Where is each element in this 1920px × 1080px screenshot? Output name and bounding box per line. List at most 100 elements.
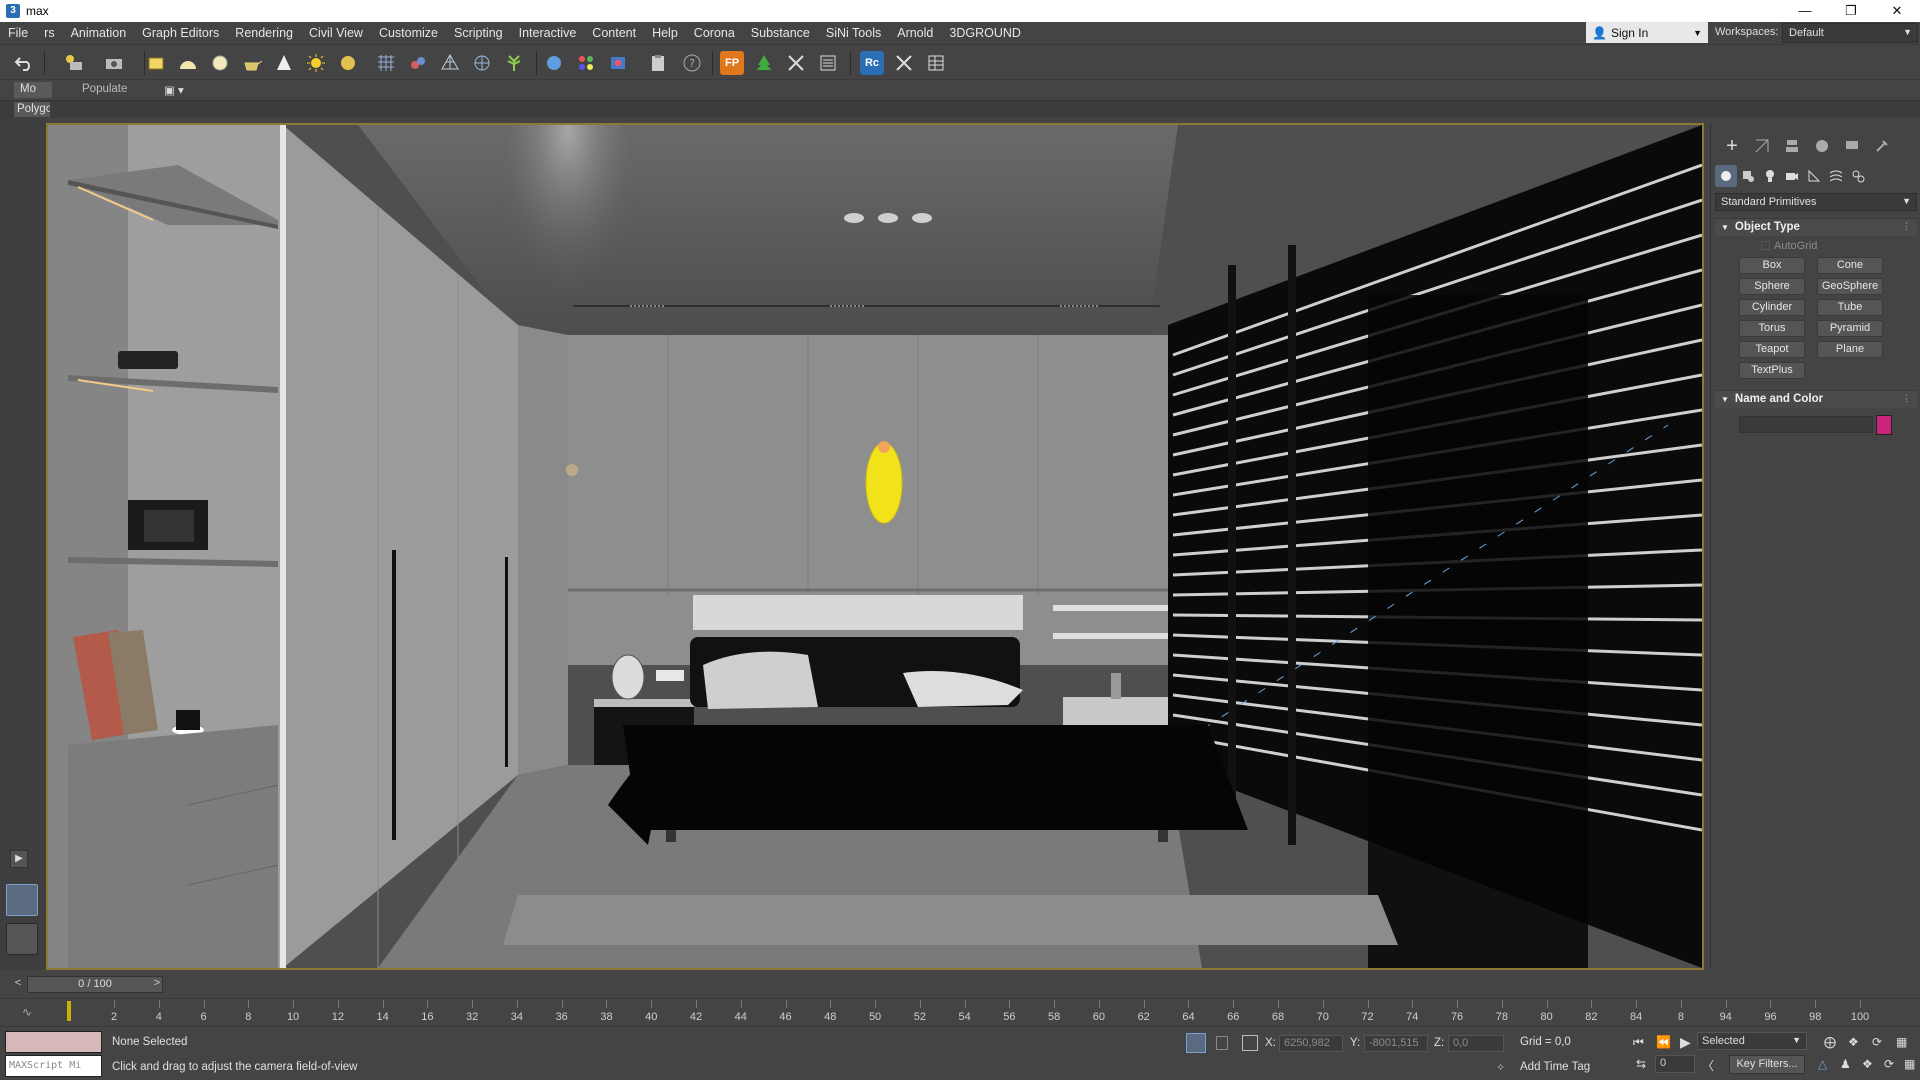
roll-icon[interactable]: ⟳ [1884, 1057, 1894, 1071]
dolly-icon[interactable]: ❖ [1862, 1057, 1873, 1071]
menu-corona[interactable]: Corona [686, 26, 743, 40]
sphere-blue-icon[interactable] [542, 51, 566, 75]
cone-icon[interactable] [272, 51, 296, 75]
material-ball-icon[interactable] [336, 51, 360, 75]
min-max-toggle-icon[interactable]: ▦ [1904, 1057, 1915, 1071]
utilities-tab-icon[interactable] [1871, 135, 1893, 157]
box-button[interactable]: Box [1739, 257, 1805, 274]
time-tag-icon[interactable]: ✧ [1496, 1061, 1505, 1074]
dome-icon[interactable] [176, 51, 200, 75]
textplus-button[interactable]: TextPlus [1739, 362, 1805, 379]
ribbon-toggle-icon[interactable]: ▣ ▾ [158, 82, 190, 98]
cone-button[interactable]: Cone [1817, 257, 1883, 274]
go-to-start-icon[interactable]: ⏮ [1633, 1035, 1644, 1050]
time-slider-thumb[interactable]: 0 / 100 [27, 976, 163, 993]
add-time-tag-button[interactable]: Add Time Tag [1520, 1061, 1590, 1073]
teapot-button[interactable]: Teapot [1739, 341, 1805, 358]
rollout-object-type[interactable]: ▼ Object Type ⋮ [1715, 218, 1917, 236]
key-filters-button[interactable]: Key Filters... [1729, 1055, 1805, 1074]
space-warps-icon[interactable] [1825, 165, 1847, 187]
pan-icon[interactable]: ❖ [1848, 1035, 1859, 1049]
camera-viewport[interactable] [46, 123, 1704, 970]
maximize-viewport-icon[interactable]: ▦ [1896, 1035, 1907, 1049]
render-setup-icon[interactable] [102, 51, 126, 75]
sphere-button[interactable]: Sphere [1739, 278, 1805, 295]
set-key-icon[interactable]: 〈 [1702, 1057, 1714, 1074]
menu-sini-tools[interactable]: SiNi Tools [818, 26, 889, 40]
railclone-icon[interactable]: Rc [860, 51, 884, 75]
current-time-marker[interactable] [67, 1001, 71, 1021]
tools-icon[interactable] [784, 51, 808, 75]
undo-icon[interactable] [12, 51, 36, 75]
minimize-button[interactable]: — [1782, 0, 1828, 22]
previous-key-icon[interactable]: ⏪ [1656, 1035, 1671, 1049]
globe-icon[interactable] [470, 51, 494, 75]
grid-icon[interactable] [374, 51, 398, 75]
z-coordinate-field[interactable]: 0,0 [1448, 1035, 1504, 1052]
current-frame-field[interactable]: 0 [1655, 1055, 1695, 1073]
x-coordinate-field[interactable]: 6250,982 [1279, 1035, 1343, 1052]
tab-polygon-modeling[interactable]: Polygo [14, 102, 50, 117]
object-color-swatch[interactable] [1876, 415, 1892, 435]
cameras-icon[interactable] [1781, 165, 1803, 187]
display-tab-icon[interactable] [1841, 135, 1863, 157]
rollout-name-and-color[interactable]: ▼ Name and Color ⋮ [1715, 390, 1917, 408]
lock-selection-icon[interactable] [1216, 1036, 1228, 1050]
shapes-icon[interactable] [1737, 165, 1759, 187]
help-icon[interactable]: ? [680, 51, 704, 75]
helpers-icon[interactable] [1803, 165, 1825, 187]
zoom-extents-icon[interactable]: ⨁ [1824, 1035, 1836, 1049]
viewport-layout-active[interactable] [6, 884, 38, 916]
menu-help[interactable]: Help [644, 26, 686, 40]
orbit-icon[interactable]: ⟳ [1872, 1035, 1882, 1049]
next-frame-icon[interactable]: > [150, 977, 164, 993]
systems-icon[interactable] [1847, 165, 1869, 187]
key-mode-dropdown[interactable]: Selected ▼ [1697, 1032, 1807, 1050]
particles-icon[interactable] [406, 51, 430, 75]
color-dots-icon[interactable] [574, 51, 598, 75]
y-coordinate-field[interactable]: -8001,515 [1364, 1035, 1428, 1052]
hierarchy-tab-icon[interactable] [1781, 135, 1803, 157]
autogrid-checkbox[interactable]: AutoGrid [1761, 240, 1817, 252]
viewport-layout-alt[interactable] [6, 923, 38, 955]
previous-frame-icon[interactable]: < [9, 977, 27, 993]
object-name-field[interactable] [1739, 416, 1873, 433]
tab-populate[interactable]: Populate [76, 82, 133, 98]
wrench-icon[interactable] [892, 51, 916, 75]
curve-editor-icon[interactable]: ∿ [22, 1005, 32, 1019]
scene-explorer-icon[interactable] [62, 51, 86, 75]
forest-pack-icon[interactable]: FP [720, 51, 744, 75]
fov-icon[interactable]: △ [1818, 1057, 1827, 1071]
render-frame-icon[interactable] [606, 51, 630, 75]
geometry-icon[interactable] [1715, 165, 1737, 187]
tree-icon[interactable] [752, 51, 776, 75]
workspaces-dropdown[interactable]: Default ▼ [1782, 23, 1918, 43]
track-bar[interactable]: ∿ 2 4 6 8 10 12 14 16 32 34 36 38 40 42 44 46 48 50 52 54 56… [0, 998, 1920, 1026]
menu-graph-editors[interactable]: Graph Editors [134, 26, 227, 40]
maxscript-listener-output[interactable] [5, 1031, 102, 1053]
menu-3dground[interactable]: 3DGROUND [941, 26, 1029, 40]
menu-substance[interactable]: Substance [743, 26, 818, 40]
menu-customize[interactable]: Customize [371, 26, 446, 40]
isolate-selection-icon[interactable] [1186, 1033, 1206, 1053]
teapot-icon[interactable] [240, 51, 264, 75]
cylinder-button[interactable]: Cylinder [1739, 299, 1805, 316]
menu-scripting[interactable]: Scripting [446, 26, 511, 40]
geosphere-button[interactable]: GeoSphere [1817, 278, 1883, 295]
menu-rendering[interactable]: Rendering [227, 26, 301, 40]
expand-arrow-icon[interactable]: ▶ [10, 850, 28, 868]
lights-icon[interactable] [1759, 165, 1781, 187]
list-icon[interactable] [816, 51, 840, 75]
wireframe-icon[interactable] [438, 51, 462, 75]
motion-tab-icon[interactable] [1811, 135, 1833, 157]
time-config-icon[interactable]: ⇆ [1636, 1057, 1646, 1071]
menu-content[interactable]: Content [584, 26, 644, 40]
restore-button[interactable]: ❐ [1828, 0, 1874, 22]
torus-button[interactable]: Torus [1739, 320, 1805, 337]
tab-modeling[interactable]: Mo [14, 82, 52, 98]
sign-in-dropdown[interactable]: 👤 Sign In ▼ [1586, 22, 1708, 43]
light-icon[interactable] [304, 51, 328, 75]
maxscript-mini-listener[interactable]: MAXScript Mi [5, 1055, 102, 1077]
table-icon[interactable] [924, 51, 948, 75]
create-tab-icon[interactable]: + [1721, 135, 1743, 157]
